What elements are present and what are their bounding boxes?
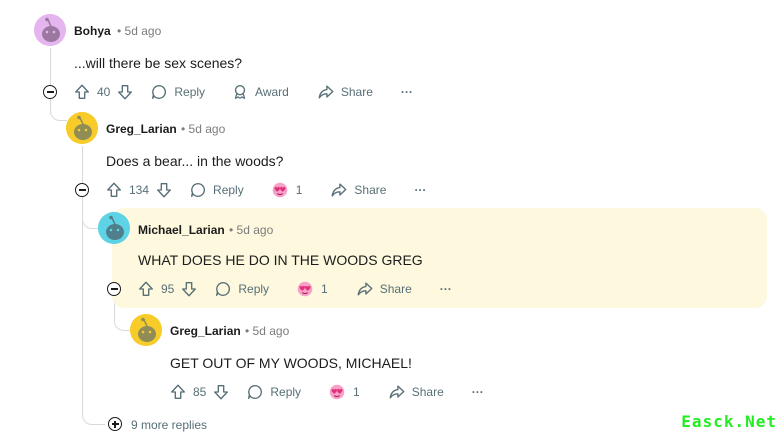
- avatar[interactable]: [66, 112, 98, 144]
- heart-eyes-award-icon: [327, 383, 347, 401]
- reply-button[interactable]: Reply: [246, 383, 301, 401]
- comment-text: ...will there be sex scenes?: [74, 55, 243, 71]
- comment-actions: 95 Reply 1 Share ···: [137, 277, 452, 301]
- username[interactable]: Greg_Larian: [106, 122, 177, 136]
- snoo-icon: [34, 14, 66, 46]
- more-options-button[interactable]: ···: [440, 282, 452, 296]
- snoo-icon: [66, 112, 98, 144]
- upvote-icon[interactable]: [105, 181, 123, 199]
- upvote-icon[interactable]: [73, 83, 91, 101]
- award-button[interactable]: 1: [270, 181, 303, 199]
- timestamp: • 5d ago: [181, 122, 226, 136]
- collapse-thread-button[interactable]: [107, 282, 121, 296]
- watermark: Easck.Net: [681, 412, 777, 431]
- award-count: 1: [321, 282, 328, 296]
- share-label: Share: [340, 85, 373, 99]
- snoo-icon: [98, 212, 130, 244]
- share-label: Share: [379, 282, 412, 296]
- thread-curve: [82, 208, 99, 229]
- comment-actions: 40 Reply Award Share ···: [73, 80, 413, 104]
- more-options-button[interactable]: ···: [472, 385, 484, 399]
- award-count: 1: [295, 183, 303, 197]
- thread-line: [50, 48, 51, 114]
- username[interactable]: Greg_Larian: [170, 324, 241, 338]
- vote-count: 85: [193, 385, 207, 399]
- award-button[interactable]: 1: [295, 280, 328, 298]
- share-icon: [388, 383, 406, 401]
- comment-icon: [214, 280, 232, 298]
- avatar[interactable]: [130, 314, 162, 346]
- downvote-icon[interactable]: [116, 83, 134, 101]
- avatar[interactable]: [34, 14, 66, 46]
- comment-icon: [246, 383, 264, 401]
- reply-label: Reply: [213, 183, 244, 197]
- reply-button[interactable]: Reply: [150, 83, 205, 101]
- vote-count: 40: [97, 85, 111, 99]
- reply-button[interactable]: Reply: [214, 280, 269, 298]
- comment-icon: [189, 181, 207, 199]
- share-button[interactable]: Share: [330, 181, 386, 199]
- share-button[interactable]: Share: [388, 383, 444, 401]
- collapse-thread-button[interactable]: [75, 183, 89, 197]
- share-button[interactable]: Share: [356, 280, 412, 298]
- award-icon: [231, 83, 249, 101]
- reply-label: Reply: [174, 85, 206, 99]
- username[interactable]: Michael_Larian: [138, 223, 225, 237]
- vote-count: 134: [129, 183, 150, 197]
- heart-eyes-award-icon: [295, 280, 315, 298]
- upvote-icon[interactable]: [137, 280, 155, 298]
- share-icon: [317, 83, 335, 101]
- timestamp: • 5d ago: [245, 324, 290, 338]
- more-replies-link[interactable]: 9 more replies: [131, 418, 207, 432]
- reply-label: Reply: [238, 282, 270, 296]
- collapse-thread-button[interactable]: [43, 85, 57, 99]
- award-count: 1: [353, 385, 360, 399]
- avatar[interactable]: [98, 212, 130, 244]
- vote-count: 95: [161, 282, 175, 296]
- expand-replies-icon[interactable]: [108, 417, 122, 431]
- reply-button[interactable]: Reply: [189, 181, 244, 199]
- comment-actions: 134 Reply 1 Share ···: [105, 178, 426, 202]
- share-label: Share: [411, 385, 444, 399]
- comment-text: WHAT DOES HE DO IN THE WOODS GREG: [138, 252, 423, 268]
- timestamp: • 5d ago: [229, 223, 274, 237]
- more-options-button[interactable]: ···: [401, 85, 413, 99]
- downvote-icon[interactable]: [212, 383, 230, 401]
- username[interactable]: Bohya: [74, 24, 111, 38]
- share-icon: [330, 181, 348, 199]
- timestamp: • 5d ago: [117, 24, 162, 38]
- comment-text: Does a bear... in the woods?: [106, 153, 284, 169]
- thread-curve: [82, 410, 105, 425]
- downvote-icon[interactable]: [180, 280, 198, 298]
- share-button[interactable]: Share: [317, 83, 373, 101]
- comment-actions: 85 Reply 1 Share ···: [169, 380, 484, 404]
- award-button[interactable]: Award: [231, 83, 289, 101]
- more-options-button[interactable]: ···: [414, 183, 426, 197]
- comment-icon: [150, 83, 168, 101]
- reply-label: Reply: [270, 385, 302, 399]
- thread-curve: [50, 108, 67, 121]
- comment-text: GET OUT OF MY WOODS, MICHAEL!: [170, 355, 412, 371]
- share-icon: [356, 280, 374, 298]
- upvote-icon[interactable]: [169, 383, 187, 401]
- snoo-icon: [130, 314, 162, 346]
- share-label: Share: [354, 183, 387, 197]
- award-button[interactable]: 1: [327, 383, 360, 401]
- award-label: Award: [255, 85, 289, 99]
- thread-curve: [114, 310, 131, 331]
- downvote-icon[interactable]: [155, 181, 173, 199]
- heart-eyes-award-icon: [270, 181, 290, 199]
